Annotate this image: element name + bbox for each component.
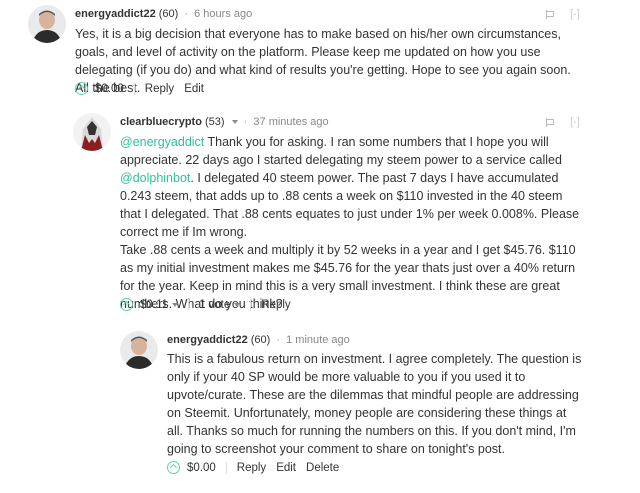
author-name[interactable]: energyaddict22 <box>75 8 156 20</box>
comment-header: clearbluecrypto (53) · 37 minutes ago <box>120 116 329 128</box>
mention-link[interactable]: @dolphinbot <box>120 171 190 185</box>
upvote-icon[interactable] <box>120 298 133 311</box>
chevron-down-icon[interactable] <box>171 302 178 307</box>
reply-button[interactable]: Reply <box>145 83 174 95</box>
chevron-down-icon[interactable] <box>234 302 241 307</box>
edit-button[interactable]: Edit <box>276 462 296 474</box>
vote-count[interactable]: 1 vote <box>199 299 230 311</box>
comment-body: @energyaddict Thank you for asking. I ra… <box>120 133 582 313</box>
separator-dot: · <box>276 334 281 346</box>
comment-tools: [-] <box>546 8 580 20</box>
mention-link[interactable]: @energyaddict <box>120 135 204 149</box>
divider <box>250 298 252 311</box>
divider <box>187 298 189 311</box>
comment-footer: $0.11 1 vote Reply <box>120 298 301 311</box>
author-name[interactable]: clearbluecrypto <box>120 116 202 128</box>
collapse-toggle[interactable]: [-] <box>570 116 580 128</box>
avatar[interactable] <box>120 331 158 369</box>
payout-value[interactable]: $0.00 <box>95 83 124 95</box>
timestamp[interactable]: 6 hours ago <box>194 8 252 20</box>
comment-tools: [-] <box>546 116 580 128</box>
payout-value[interactable]: $0.11 <box>140 299 168 311</box>
comment-footer: $0.00 Reply Edit Delete <box>167 461 349 474</box>
flag-icon[interactable] <box>546 9 555 19</box>
flag-icon[interactable] <box>546 117 555 127</box>
reputation: (60) <box>250 334 271 346</box>
delete-button[interactable]: Delete <box>306 462 339 474</box>
upvote-icon[interactable] <box>167 461 180 474</box>
comment-body: This is a fabulous return on investment.… <box>167 350 583 458</box>
author-name[interactable]: energyaddict22 <box>167 334 248 346</box>
divider <box>225 461 227 474</box>
separator-dot: · <box>243 116 248 128</box>
comment-header: energyaddict22 (60) · 1 minute ago <box>167 334 350 346</box>
comment-text: This is a fabulous return on investment.… <box>167 352 582 456</box>
reply-button[interactable]: Reply <box>237 462 266 474</box>
collapse-toggle[interactable]: [-] <box>570 8 580 20</box>
payout-value[interactable]: $0.00 <box>187 462 216 474</box>
comment-footer: $0.00 Reply Edit <box>75 82 214 95</box>
comment-paragraph: @energyaddict Thank you for asking. I ra… <box>120 133 582 241</box>
upvote-icon[interactable] <box>75 82 88 95</box>
separator-dot: · <box>184 8 189 20</box>
edit-button[interactable]: Edit <box>184 83 204 95</box>
reputation: (60) <box>158 8 179 20</box>
comment-header: energyaddict22 (60) · 6 hours ago <box>75 8 252 20</box>
avatar[interactable] <box>28 5 66 43</box>
avatar[interactable] <box>73 113 111 151</box>
reputation: (53) <box>204 116 225 128</box>
timestamp[interactable]: 1 minute ago <box>286 334 350 346</box>
timestamp[interactable]: 37 minutes ago <box>253 116 328 128</box>
chevron-down-icon[interactable] <box>231 120 238 125</box>
reply-button[interactable]: Reply <box>261 299 290 311</box>
divider <box>133 82 135 95</box>
